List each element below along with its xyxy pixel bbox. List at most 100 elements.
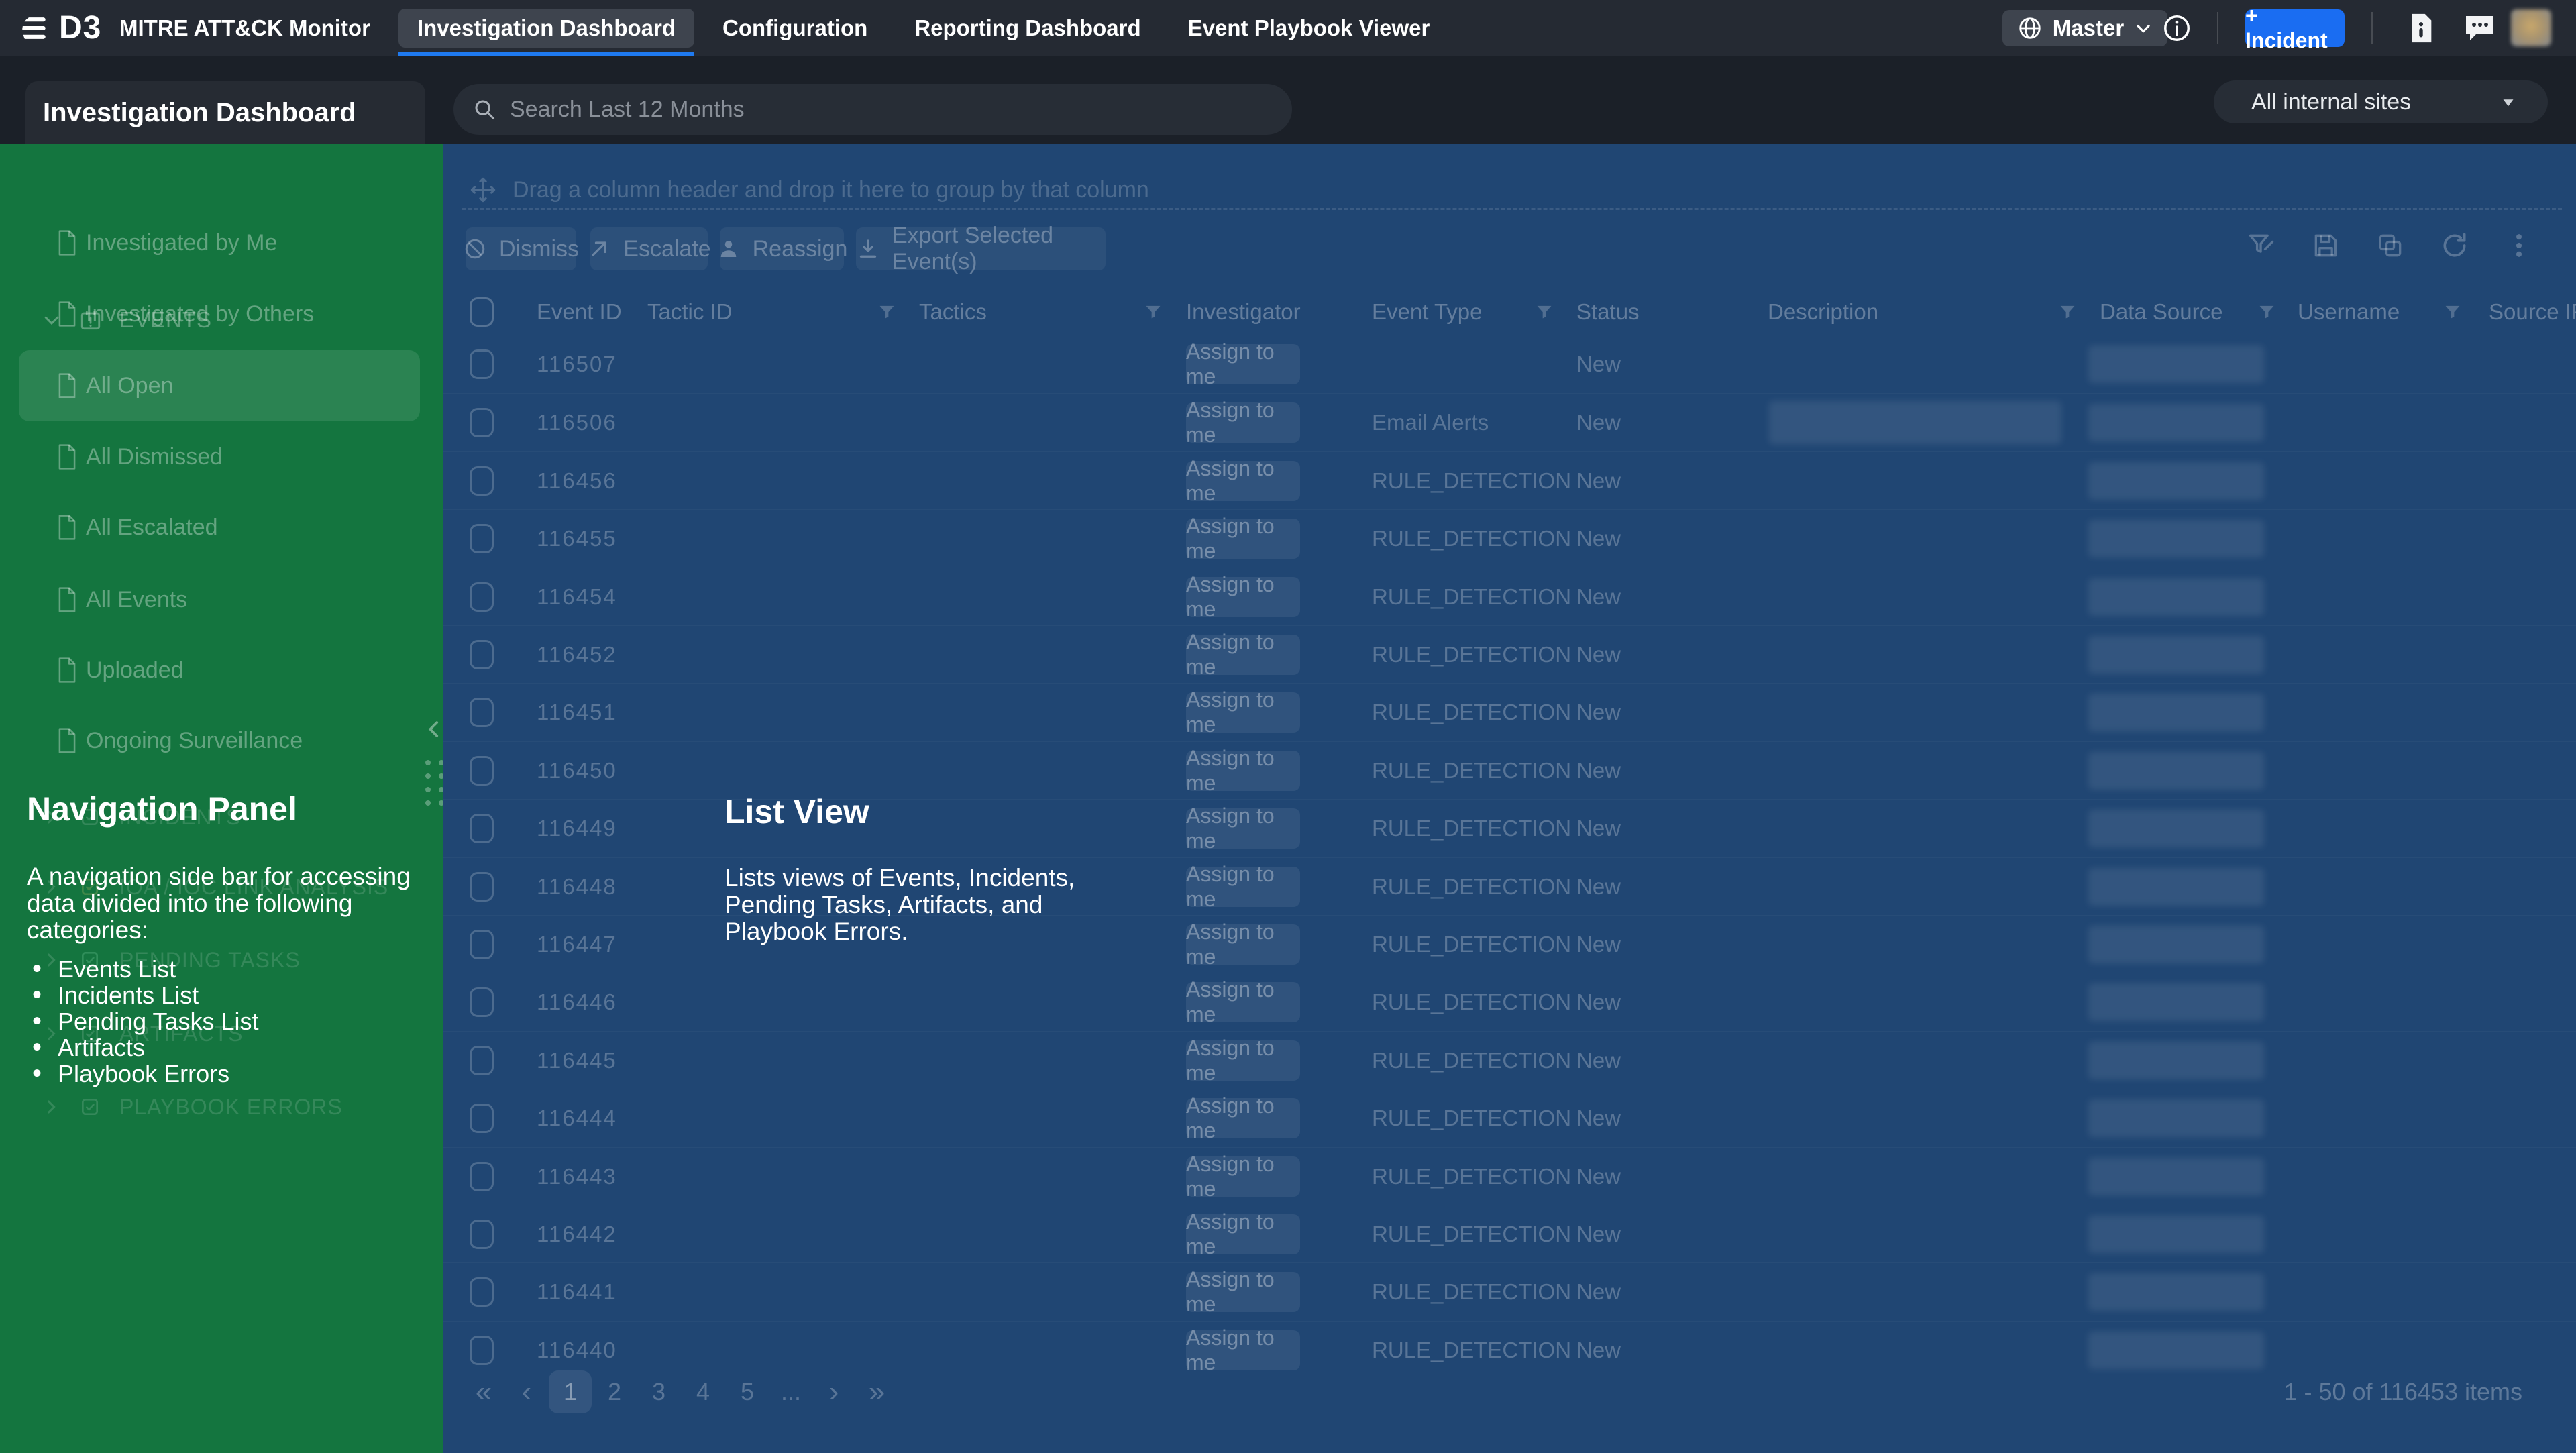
- page-number-button[interactable]: 3: [637, 1370, 680, 1413]
- row-checkbox[interactable]: [470, 349, 494, 379]
- column-header-event-id[interactable]: Event ID: [537, 288, 622, 335]
- column-header-event-type[interactable]: Event Type: [1372, 288, 1483, 335]
- new-incident-button[interactable]: + Incident: [2245, 9, 2345, 47]
- column-header-description[interactable]: Description: [1768, 288, 1878, 335]
- topnav-item[interactable]: Reporting Dashboard: [896, 9, 1159, 48]
- sidebar-item[interactable]: All Events: [19, 564, 420, 635]
- assign-to-me-button[interactable]: Assign to me: [1186, 344, 1300, 384]
- topnav-item[interactable]: Configuration: [704, 9, 886, 48]
- column-header-tactic-id[interactable]: Tactic ID: [647, 288, 733, 335]
- row-checkbox[interactable]: [470, 1277, 494, 1307]
- filter-funnel-icon[interactable]: [2257, 302, 2276, 321]
- sidebar-item[interactable]: All Dismissed: [19, 421, 420, 492]
- copy-icon[interactable]: [2375, 230, 2406, 261]
- chat-icon[interactable]: [2463, 0, 2496, 56]
- release-notes-icon[interactable]: [2407, 0, 2435, 56]
- row-checkbox[interactable]: [470, 408, 494, 437]
- row-checkbox[interactable]: [470, 698, 494, 727]
- assign-to-me-button[interactable]: Assign to me: [1186, 1040, 1300, 1081]
- assign-to-me-button[interactable]: Assign to me: [1186, 1156, 1300, 1197]
- row-checkbox[interactable]: [470, 1220, 494, 1249]
- assign-to-me-button[interactable]: Assign to me: [1186, 635, 1300, 675]
- topnav-item[interactable]: Investigation Dashboard: [398, 9, 694, 48]
- assign-to-me-button[interactable]: Assign to me: [1186, 1330, 1300, 1370]
- d3-logo[interactable]: D3: [20, 0, 101, 56]
- assign-to-me-button[interactable]: Assign to me: [1186, 519, 1300, 559]
- table-row[interactable]: 116445 Assign to me RULE_DETECTION New: [443, 1031, 2576, 1089]
- filter-funnel-icon[interactable]: [877, 302, 896, 321]
- table-row[interactable]: 116507 Assign to me New: [443, 335, 2576, 393]
- table-row[interactable]: 116451 Assign to me RULE_DETECTION New: [443, 683, 2576, 741]
- filter-funnel-icon[interactable]: [1144, 302, 1163, 321]
- assign-to-me-button[interactable]: Assign to me: [1186, 461, 1300, 501]
- table-row[interactable]: 116444 Assign to me RULE_DETECTION New: [443, 1089, 2576, 1147]
- assign-to-me-button[interactable]: Assign to me: [1186, 1214, 1300, 1254]
- assign-to-me-button[interactable]: Assign to me: [1186, 1098, 1300, 1138]
- row-checkbox[interactable]: [470, 524, 494, 553]
- table-row[interactable]: 116442 Assign to me RULE_DETECTION New: [443, 1205, 2576, 1263]
- page-first-button[interactable]: «: [462, 1370, 505, 1413]
- column-header-data-source[interactable]: Data Source: [2100, 288, 2222, 335]
- row-checkbox[interactable]: [470, 1162, 494, 1191]
- avatar[interactable]: [2511, 9, 2551, 46]
- page-prev-button[interactable]: ‹: [505, 1370, 548, 1413]
- page-number-button[interactable]: 2: [593, 1370, 636, 1413]
- column-header-source-ip[interactable]: Source IP: [2489, 288, 2576, 335]
- more-icon[interactable]: [2504, 230, 2534, 261]
- assign-to-me-button[interactable]: Assign to me: [1186, 1272, 1300, 1312]
- refresh-icon[interactable]: [2439, 230, 2470, 261]
- filter-funnel-icon[interactable]: [2443, 302, 2462, 321]
- row-checkbox[interactable]: [470, 930, 494, 959]
- site-selector[interactable]: Master: [2002, 10, 2167, 46]
- row-checkbox[interactable]: [470, 1104, 494, 1133]
- sidebar-collapse-icon[interactable]: [423, 716, 443, 743]
- row-checkbox[interactable]: [470, 582, 494, 612]
- sidebar-section-collapsed[interactable]: PLAYBOOK ERRORS: [42, 1086, 343, 1128]
- export-selected-event-s-button[interactable]: Export Selected Event(s): [856, 227, 1106, 270]
- table-row[interactable]: 116446 Assign to me RULE_DETECTION New: [443, 973, 2576, 1031]
- row-checkbox[interactable]: [470, 640, 494, 669]
- table-row[interactable]: 116455 Assign to me RULE_DETECTION New: [443, 509, 2576, 568]
- assign-to-me-button[interactable]: Assign to me: [1186, 751, 1300, 791]
- sidebar-item[interactable]: Uploaded: [19, 635, 420, 706]
- filter-clear-icon[interactable]: [2246, 230, 2277, 261]
- table-row[interactable]: 116441 Assign to me RULE_DETECTION New: [443, 1262, 2576, 1321]
- table-row[interactable]: 116454 Assign to me RULE_DETECTION New: [443, 568, 2576, 626]
- filter-funnel-icon[interactable]: [1535, 302, 1554, 321]
- page-number-button[interactable]: 1: [549, 1370, 592, 1413]
- page-number-button[interactable]: 4: [682, 1370, 724, 1413]
- save-icon[interactable]: [2310, 230, 2341, 261]
- column-header-tactics[interactable]: Tactics: [919, 288, 987, 335]
- site-filter-dropdown[interactable]: All internal sites: [2214, 80, 2548, 123]
- select-all-checkbox[interactable]: [470, 297, 494, 327]
- group-by-dropzone[interactable]: Drag a column header and drop it here to…: [470, 171, 1149, 209]
- assign-to-me-button[interactable]: Assign to me: [1186, 402, 1300, 443]
- table-row[interactable]: 116450 Assign to me RULE_DETECTION New: [443, 741, 2576, 800]
- topnav-item[interactable]: MITRE ATT&CK Monitor: [101, 9, 389, 48]
- row-checkbox[interactable]: [470, 466, 494, 496]
- dismiss-button[interactable]: Dismiss: [466, 227, 576, 270]
- topnav-item[interactable]: Event Playbook Viewer: [1169, 9, 1449, 48]
- row-checkbox[interactable]: [470, 872, 494, 902]
- table-row[interactable]: 116506 Assign to me Email Alerts New: [443, 393, 2576, 451]
- column-header-username[interactable]: Username: [2298, 288, 2400, 335]
- page-last-button[interactable]: »: [855, 1370, 898, 1413]
- escalate-button[interactable]: Escalate: [590, 227, 708, 270]
- assign-to-me-button[interactable]: Assign to me: [1186, 982, 1300, 1022]
- column-header-investigator[interactable]: Investigator: [1186, 288, 1301, 335]
- search-input[interactable]: [508, 96, 1273, 123]
- table-row[interactable]: 116443 Assign to me RULE_DETECTION New: [443, 1147, 2576, 1205]
- assign-to-me-button[interactable]: Assign to me: [1186, 577, 1300, 617]
- assign-to-me-button[interactable]: Assign to me: [1186, 924, 1300, 965]
- table-row[interactable]: 116452 Assign to me RULE_DETECTION New: [443, 625, 2576, 684]
- sidebar-item[interactable]: Investigated by Others: [19, 278, 420, 349]
- reassign-button[interactable]: Reassign: [720, 227, 844, 270]
- filter-funnel-icon[interactable]: [2058, 302, 2077, 321]
- page-next-button[interactable]: ›: [812, 1370, 855, 1413]
- info-icon[interactable]: [2161, 0, 2192, 56]
- assign-to-me-button[interactable]: Assign to me: [1186, 867, 1300, 907]
- row-checkbox[interactable]: [470, 756, 494, 786]
- sidebar-item[interactable]: Ongoing Surveillance: [19, 705, 420, 776]
- row-checkbox[interactable]: [470, 1336, 494, 1365]
- row-checkbox[interactable]: [470, 814, 494, 843]
